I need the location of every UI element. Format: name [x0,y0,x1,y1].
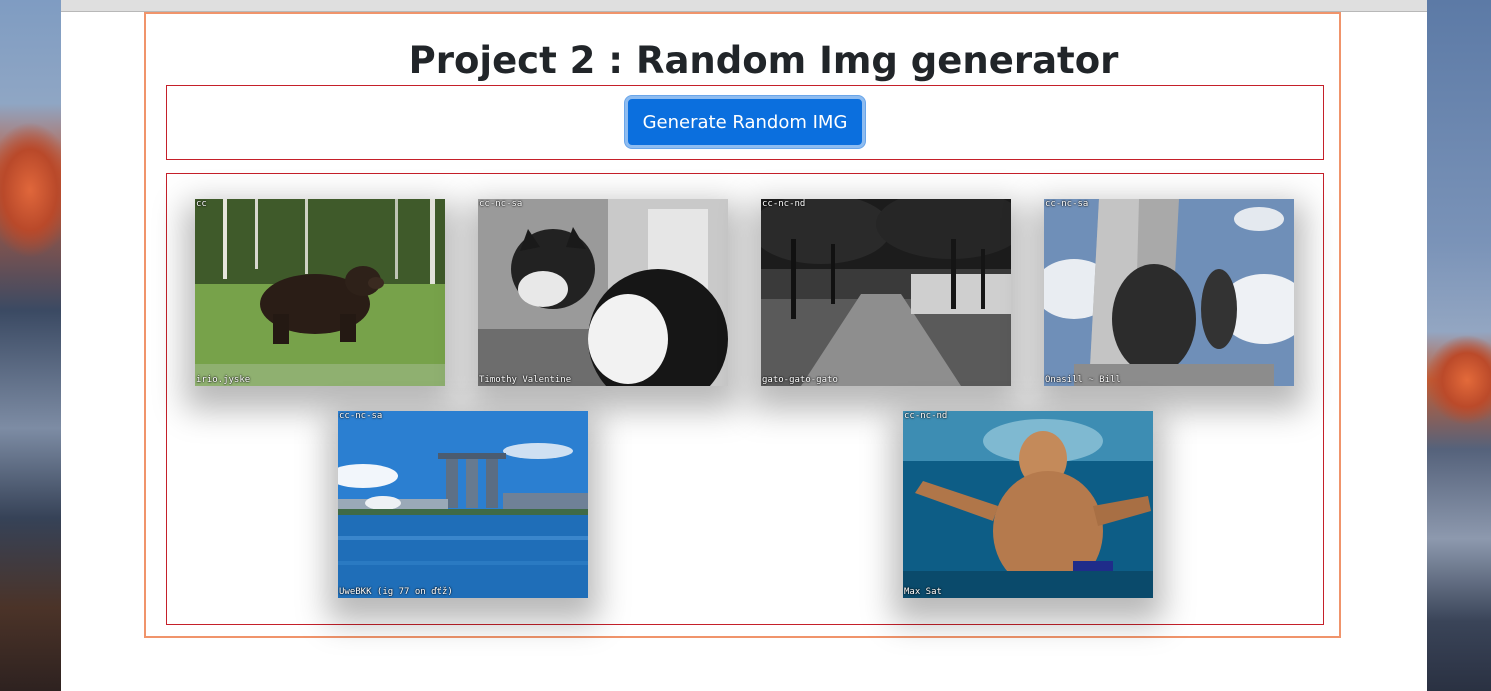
cat-photo [478,199,728,386]
browser-top-bar [61,0,1427,12]
license-label: cc-nc-nd [762,199,806,209]
gallery-image-memorial[interactable]: cc-nc-sa Onasill ~ Bill [1044,199,1294,386]
credit-label: Timothy Valentine [479,375,572,385]
gallery-image-marina-bay[interactable]: cc-nc-sa UweBKK (ig 77 on ďťž) [338,411,588,598]
credit-label: Onasill ~ Bill [1045,375,1121,385]
license-label: cc [196,199,207,209]
marina-bay-photo [338,411,588,598]
bear-photo [195,199,445,386]
license-label: cc-nc-sa [1045,199,1089,209]
gallery-image-bear[interactable]: cc irio.jyske [195,199,445,386]
credit-label: UweBKK (ig 77 on ďťž) [339,587,453,597]
button-container: Generate Random IMG [166,85,1324,160]
park-path-photo [761,199,1011,386]
credit-label: irio.jyske [196,375,251,385]
license-label: cc-nc-nd [904,411,948,421]
credit-label: Max Sat [904,587,942,597]
image-gallery: cc irio.jyske cc-nc-sa Timothy Valentine… [166,173,1324,625]
project-container: Project 2 : Random Img generator Generat… [144,12,1341,638]
desktop-wallpaper-left [0,0,61,691]
gallery-image-swimmer[interactable]: cc-nc-nd Max Sat [903,411,1153,598]
swimmer-photo [903,411,1153,598]
desktop-wallpaper-right [1427,0,1491,691]
generate-random-img-button[interactable]: Generate Random IMG [625,96,865,148]
credit-label: gato-gato-gato [762,375,838,385]
license-label: cc-nc-sa [339,411,383,421]
memorial-photo [1044,199,1294,386]
browser-viewport: Project 2 : Random Img generator Generat… [61,0,1427,691]
gallery-image-park-path[interactable]: cc-nc-nd gato-gato-gato [761,199,1011,386]
license-label: cc-nc-sa [479,199,523,209]
page-title: Project 2 : Random Img generator [408,39,1119,82]
gallery-image-cat[interactable]: cc-nc-sa Timothy Valentine [478,199,728,386]
